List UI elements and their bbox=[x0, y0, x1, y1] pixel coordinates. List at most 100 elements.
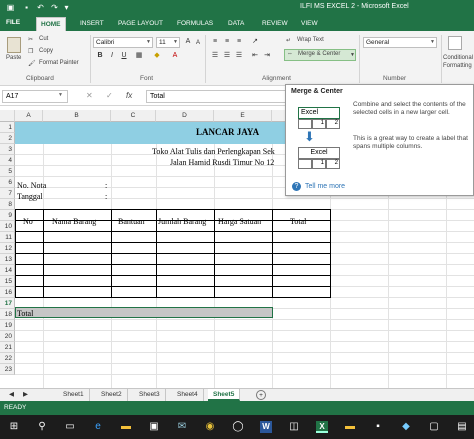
scroll-right-icon[interactable]: ▶ bbox=[18, 389, 33, 401]
header-harga-satuan[interactable]: Harga Satuan bbox=[218, 217, 261, 226]
row-header[interactable]: 19 bbox=[0, 320, 15, 331]
tanggal-label[interactable]: Tanggal bbox=[17, 192, 43, 201]
column-header-a[interactable]: A bbox=[15, 110, 43, 122]
task-view-icon[interactable]: ▭ bbox=[64, 421, 76, 433]
store-address[interactable]: Jalan Hamid Rusdi Timur No 12 bbox=[170, 158, 274, 167]
font-color-icon[interactable]: A bbox=[170, 51, 180, 61]
italic-icon[interactable]: I bbox=[107, 51, 117, 61]
nota-colon[interactable]: : bbox=[105, 181, 107, 190]
paste-icon[interactable] bbox=[7, 37, 21, 53]
total-label-cell[interactable]: Total bbox=[17, 309, 33, 318]
redo-icon[interactable]: ↷ bbox=[50, 3, 59, 12]
align-center-icon[interactable]: ☰ bbox=[222, 51, 232, 61]
tab-formulas[interactable]: FORMULAS bbox=[173, 17, 217, 31]
font-size-dropdown[interactable]: 11 ▼ bbox=[156, 37, 180, 48]
scroll-left-icon[interactable]: ◀ bbox=[4, 389, 19, 401]
store-icon[interactable]: ▣ bbox=[148, 421, 160, 433]
align-right-icon[interactable]: ☰ bbox=[234, 51, 244, 61]
selected-range[interactable] bbox=[15, 307, 273, 318]
row-header[interactable]: 3 bbox=[0, 144, 15, 155]
conditional-formatting-icon[interactable] bbox=[448, 36, 462, 50]
sheet-tab-4[interactable]: Sheet4 bbox=[172, 389, 204, 401]
excel-taskbar-icon[interactable]: X bbox=[316, 421, 328, 433]
tab-home[interactable]: HOME bbox=[36, 17, 66, 31]
app-icon[interactable]: ▪ bbox=[372, 421, 384, 433]
fx-icon[interactable]: fx bbox=[126, 91, 132, 100]
app-icon[interactable]: ◫ bbox=[288, 421, 300, 433]
app-icon[interactable]: ▬ bbox=[344, 421, 356, 433]
tab-file[interactable]: FILE bbox=[2, 16, 25, 31]
row-header[interactable]: 9 bbox=[0, 210, 15, 221]
file-explorer-icon[interactable]: ▬ bbox=[120, 421, 132, 433]
font-name-dropdown[interactable]: Calibri ▼ bbox=[93, 37, 153, 48]
align-left-icon[interactable]: ☰ bbox=[210, 51, 220, 61]
increase-indent-icon[interactable]: ⇥ bbox=[262, 51, 272, 61]
bottom-align-icon[interactable]: ≡ bbox=[234, 37, 244, 47]
row-header[interactable]: 7 bbox=[0, 188, 15, 199]
header-nama-barang[interactable]: Nama Barang bbox=[52, 217, 96, 226]
column-header-d[interactable]: D bbox=[156, 110, 214, 122]
mail-icon[interactable]: ✉ bbox=[176, 421, 188, 433]
header-bantuan[interactable]: Bantuan bbox=[118, 217, 145, 226]
app-icon[interactable]: ◯ bbox=[232, 421, 244, 433]
column-header-e[interactable]: E bbox=[214, 110, 272, 122]
name-box-dropdown-icon[interactable]: ▼ bbox=[58, 92, 63, 98]
merge-center-button[interactable]: ⇔ Merge & Center ▼ bbox=[284, 49, 356, 61]
row-header[interactable]: 23 bbox=[0, 364, 15, 375]
wrap-text-icon[interactable]: ↵ bbox=[286, 37, 291, 44]
save-icon[interactable]: ▪ bbox=[22, 3, 31, 12]
row-header[interactable]: 16 bbox=[0, 287, 15, 298]
row-header[interactable]: 22 bbox=[0, 353, 15, 364]
decrease-font-icon[interactable]: A bbox=[193, 38, 203, 48]
nota-label[interactable]: No. Nota bbox=[17, 181, 46, 190]
enter-icon[interactable]: ✓ bbox=[106, 91, 113, 100]
app-icon[interactable]: ▢ bbox=[428, 421, 440, 433]
app-icon[interactable]: ◆ bbox=[400, 421, 412, 433]
row-header[interactable]: 14 bbox=[0, 265, 15, 276]
tab-data[interactable]: DATA bbox=[224, 17, 248, 31]
row-header[interactable]: 4 bbox=[0, 155, 15, 166]
row-header[interactable]: 1 bbox=[0, 122, 15, 133]
add-sheet-icon[interactable]: + bbox=[256, 390, 266, 400]
formula-input[interactable]: Total bbox=[146, 90, 286, 103]
header-no[interactable]: No bbox=[23, 217, 33, 226]
tell-me-more-link[interactable]: Tell me more bbox=[305, 183, 345, 190]
row-header[interactable]: 6 bbox=[0, 177, 15, 188]
tanggal-colon[interactable]: : bbox=[105, 192, 107, 201]
help-icon[interactable]: ? bbox=[292, 182, 301, 191]
app-icon[interactable]: ▤ bbox=[456, 421, 468, 433]
windows-start-icon[interactable]: ⊞ bbox=[8, 421, 20, 433]
row-header[interactable]: 15 bbox=[0, 276, 15, 287]
tab-view[interactable]: VIEW bbox=[297, 17, 322, 31]
row-header[interactable]: 20 bbox=[0, 331, 15, 342]
underline-icon[interactable]: U bbox=[119, 51, 129, 61]
row-header[interactable]: 2 bbox=[0, 133, 15, 144]
row-header[interactable]: 18 bbox=[0, 309, 15, 320]
header-total[interactable]: Total bbox=[290, 217, 306, 226]
header-jumlah-barang[interactable]: Jumlah Barang bbox=[158, 217, 206, 226]
row-header[interactable]: 10 bbox=[0, 221, 15, 232]
edge-icon[interactable]: e bbox=[92, 421, 104, 433]
chrome-icon[interactable]: ◉ bbox=[204, 421, 216, 433]
sheet-tab-1[interactable]: Sheet1 bbox=[58, 389, 90, 401]
tab-review[interactable]: REVIEW bbox=[258, 17, 292, 31]
column-header-c[interactable]: C bbox=[111, 110, 156, 122]
format-painter-icon[interactable]: 🖌 bbox=[28, 60, 36, 67]
cancel-icon[interactable]: ✕ bbox=[86, 91, 93, 100]
row-header[interactable]: 17 bbox=[0, 298, 15, 309]
tab-page-layout[interactable]: PAGE LAYOUT bbox=[114, 17, 167, 31]
sheet-tab-5[interactable]: Sheet5 bbox=[208, 389, 241, 401]
copy-button[interactable]: Copy bbox=[39, 48, 53, 54]
column-header-b[interactable]: B bbox=[43, 110, 111, 122]
undo-icon[interactable]: ↶ bbox=[36, 3, 45, 12]
tab-insert[interactable]: INSERT bbox=[76, 17, 108, 31]
word-icon[interactable]: W bbox=[260, 421, 272, 433]
format-painter-button[interactable]: Format Painter bbox=[39, 60, 79, 66]
row-header[interactable]: 21 bbox=[0, 342, 15, 353]
cut-icon[interactable]: ✂ bbox=[28, 36, 33, 43]
borders-icon[interactable]: ▦ bbox=[134, 51, 144, 61]
select-all-corner[interactable] bbox=[0, 110, 15, 122]
bold-icon[interactable]: B bbox=[95, 51, 105, 61]
conditional-formatting-label[interactable]: Conditional bbox=[443, 55, 473, 61]
decrease-indent-icon[interactable]: ⇤ bbox=[250, 51, 260, 61]
